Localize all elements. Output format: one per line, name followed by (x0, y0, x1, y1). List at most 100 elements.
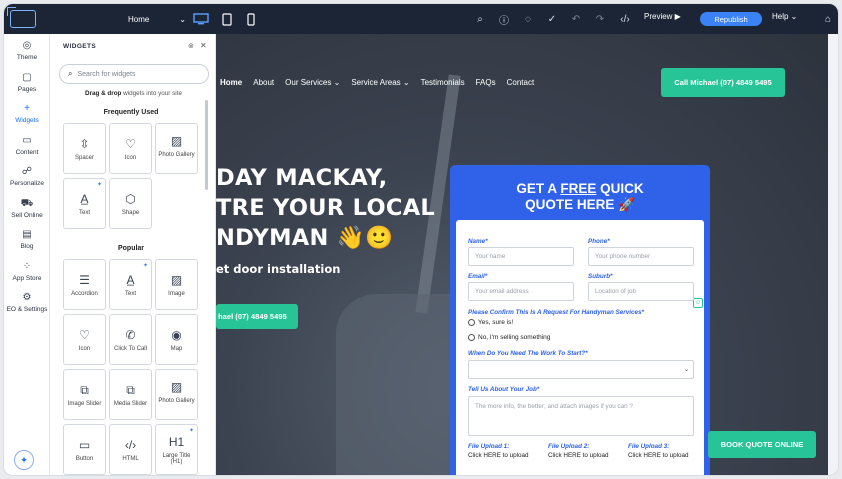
rail-item-theme[interactable]: ◎ Theme (4, 40, 50, 61)
nav-contact[interactable]: Contact (507, 78, 535, 87)
file-upload-2[interactable]: File Upload 2: Click HERE to upload (548, 442, 618, 460)
page-select[interactable]: Home ⌄ (124, 11, 190, 27)
rail-item-widgets[interactable]: + Widgets (4, 103, 50, 124)
check-icon[interactable]: ✓ (544, 11, 560, 27)
ai-star-icon: ✦ (96, 182, 102, 188)
radio-no[interactable]: No, I'm selling something (468, 334, 550, 341)
page-select-value: Home (128, 14, 150, 24)
rail-item-content[interactable]: ▭ Content (4, 135, 50, 156)
desktop-view-icon[interactable] (192, 10, 210, 28)
widget-tile-button[interactable]: ▭ Button (63, 424, 106, 475)
image-slider-icon: ⧉ (80, 383, 89, 397)
book-quote-online-button[interactable]: BOOK QUOTE ONLINE (708, 431, 816, 458)
widget-tile-click-to-call[interactable]: ✆ Click To Call (109, 314, 152, 365)
nav-testimonials[interactable]: Testimonials (421, 78, 465, 87)
nav-our-services[interactable]: Our Services ⌄ (285, 78, 340, 87)
suburb-field[interactable]: Location of job (588, 282, 694, 301)
widget-tile-large-title[interactable]: ✦ H1 Large Title (H1) (155, 424, 198, 475)
drag-hint: Drag & drop widgets into your site (51, 90, 215, 97)
name-field[interactable]: Your name (468, 247, 574, 266)
hero-subheading: et door installation (216, 262, 341, 276)
radio-yes-label: Yes, sure is! (478, 319, 514, 326)
help-menu[interactable]: Help ⌄ (772, 12, 797, 21)
quote-title: GET A FREE QUICK QUOTE HERE 🚀 (450, 181, 710, 213)
file-upload-1[interactable]: File Upload 1: Click HERE to upload (468, 442, 538, 460)
form-edit-badge-icon[interactable]: ☺ (693, 298, 703, 308)
mobile-view-icon[interactable] (242, 10, 260, 28)
file-upload-3[interactable]: File Upload 3: Click HERE to upload (628, 442, 698, 460)
call-michael-button[interactable]: Call Michael (07) 4849 5495 (661, 68, 785, 97)
widget-tile-photo-gallery[interactable]: ▨ Photo Gallery (155, 123, 198, 174)
nav-about[interactable]: About (253, 78, 274, 87)
code-icon[interactable]: ‹/› (617, 11, 633, 27)
rail-item-sell-online[interactable]: ⛟ Sell Online (4, 198, 50, 219)
nav-home[interactable]: Home (220, 78, 242, 87)
hero-line-1: DAY MACKAY, (216, 165, 388, 191)
widget-tile-accordion[interactable]: ☰ Accordion (63, 259, 106, 310)
tile-label: Click To Call (114, 346, 147, 352)
site-canvas[interactable]: Home About Our Services ⌄ Service Areas … (216, 34, 828, 475)
search-icon[interactable]: ⌕ (472, 11, 488, 27)
widget-tile-image-slider[interactable]: ⧉ Image Slider (63, 369, 106, 420)
radio-circle (468, 319, 475, 326)
nav-faqs[interactable]: FAQs (476, 78, 496, 87)
gallery-icon: ▨ (170, 380, 183, 394)
widget-tile-icon-popular[interactable]: ♡ Icon (63, 314, 106, 365)
tablet-view-icon[interactable] (218, 10, 236, 28)
hero-heading: DAY MACKAY, TRE YOUR LOCAL NDYMAN 👋🙂 (216, 163, 436, 253)
widget-tile-media-slider[interactable]: ⧉ Media Slider (109, 369, 152, 420)
widget-tile-html[interactable]: ‹/› HTML (109, 424, 152, 475)
rail-label: Personalize (10, 180, 44, 187)
rail-item-seo-settings[interactable]: ⚙ EO & Settings (4, 292, 50, 313)
widget-tile-spacer[interactable]: ⇳ Spacer (63, 123, 106, 174)
widget-tile-image[interactable]: ▨ Image (155, 259, 198, 310)
name-label: Name* (468, 238, 488, 245)
chevron-down-icon: ⌄ (683, 366, 689, 373)
ai-assistant-icon[interactable]: ✦ (14, 450, 34, 470)
widget-tile-photo-gallery-popular[interactable]: ▨ Photo Gallery (155, 369, 198, 420)
phone-field[interactable]: Your phone number (588, 247, 694, 266)
close-icon[interactable]: ✕ (200, 41, 207, 50)
heart-icon: ♡ (125, 137, 136, 151)
rail-item-pages[interactable]: ▢ Pages (4, 72, 50, 93)
widget-tile-map[interactable]: ◉ Map (155, 314, 198, 365)
canvas-scrollbar[interactable] (828, 34, 838, 475)
tile-label: Button (75, 456, 94, 462)
widget-tile-text[interactable]: ✦ A̲ Text (63, 178, 106, 229)
preview-button[interactable]: Preview ▶ (644, 12, 681, 21)
confirm-label: Please Confirm This Is A Request For Han… (468, 309, 644, 316)
text-icon: A̲ (126, 273, 135, 287)
section-popular: Popular (117, 245, 145, 252)
button-icon: ▭ (78, 438, 91, 452)
redo-icon[interactable]: ↷ (592, 11, 608, 27)
widgets-panel: WIDGETS ⊚ ✕ ⌕ Search for widgets Drag & … (51, 34, 216, 475)
rail-item-blog[interactable]: ▤ Blog (4, 229, 50, 250)
editor-logo-icon[interactable] (7, 7, 36, 28)
tile-label: HTML (122, 456, 139, 462)
rail-label: EO & Settings (6, 306, 48, 313)
info-icon[interactable]: ⓘ (496, 11, 512, 27)
hero-call-button[interactable]: hael (07) 4849 5495 (216, 304, 298, 329)
radio-yes[interactable]: Yes, sure is! (468, 319, 513, 326)
home-icon[interactable]: ⌂ (820, 11, 836, 27)
republish-button[interactable]: Republish (700, 12, 762, 26)
help-icon[interactable]: ⊚ (188, 42, 194, 50)
quote-title-b: QUICK (596, 181, 644, 196)
nav-service-areas[interactable]: Service Areas ⌄ (351, 78, 409, 87)
widget-search-input[interactable]: ⌕ Search for widgets (59, 64, 209, 84)
widget-tile-shape[interactable]: ⬡ Shape (109, 178, 152, 229)
widget-tile-icon[interactable]: ♡ Icon (109, 123, 152, 174)
comment-icon[interactable]: ◌ (520, 11, 536, 27)
tile-label: Large Title (H1) (162, 453, 191, 465)
folder-icon: ▭ (22, 135, 32, 146)
start-time-select[interactable]: ⌄ (468, 360, 694, 379)
email-field[interactable]: Your email address (468, 282, 574, 301)
widget-tile-text-popular[interactable]: ✦ A̲ Text (109, 259, 152, 310)
rail-item-personalize[interactable]: ☍ Personalize (4, 166, 50, 187)
undo-icon[interactable]: ↶ (568, 11, 584, 27)
hint-bold: Drag & drop (85, 90, 122, 97)
job-textarea[interactable]: The more info, the better; and attach im… (468, 396, 694, 436)
radio-no-label: No, I'm selling something (478, 334, 551, 341)
rail-item-app-store[interactable]: ⁘ App Store (4, 261, 50, 282)
hexagon-icon: ⬡ (125, 192, 136, 206)
